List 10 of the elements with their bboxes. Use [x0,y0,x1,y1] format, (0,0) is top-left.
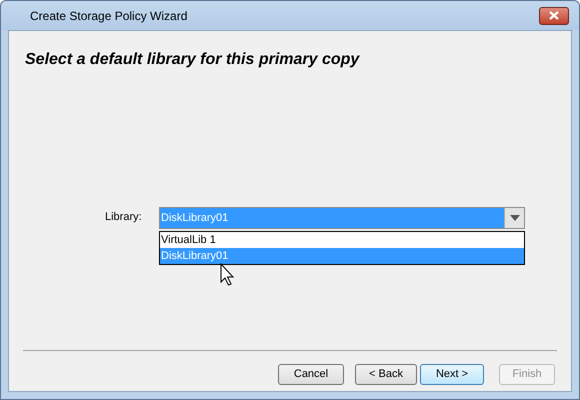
wizard-button[interactable]: Next > [420,364,484,385]
window-title: Create Storage Policy Wizard [30,8,188,24]
close-button[interactable] [539,6,569,24]
dropdown-arrow-button[interactable] [504,208,524,228]
caret-icon [510,215,520,221]
page-heading: Select a default library for this primary copy [25,51,360,68]
wizard-button[interactable]: < Back [355,364,417,385]
library-label: Library: [105,210,143,225]
wizard-button[interactable]: Cancel [278,364,344,385]
close-icon [549,11,559,20]
